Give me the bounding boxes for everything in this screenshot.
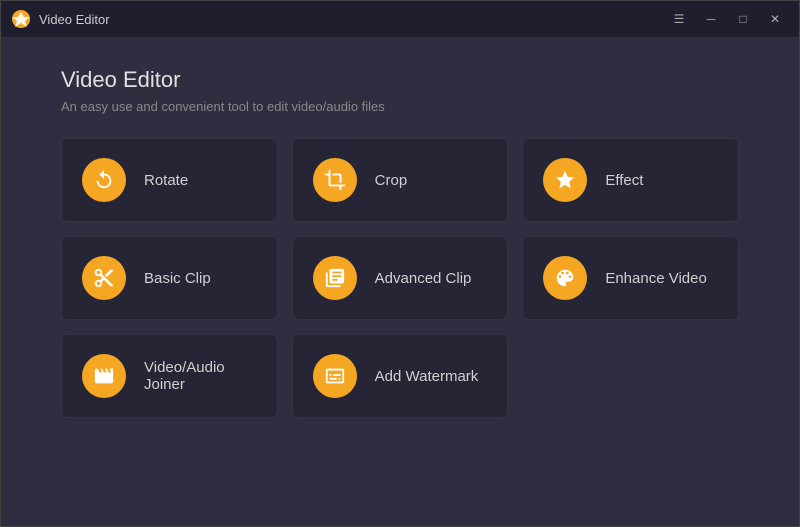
page-subtitle: An easy use and convenient tool to edit … — [61, 99, 739, 114]
effect-card[interactable]: Effect — [522, 138, 739, 222]
menu-button[interactable]: ☰ — [665, 9, 693, 29]
enhance-video-card[interactable]: Enhance Video — [522, 236, 739, 320]
app-logo — [11, 9, 31, 29]
video-audio-joiner-card[interactable]: Video/Audio Joiner — [61, 334, 278, 418]
page-header: Video Editor An easy use and convenient … — [61, 67, 739, 114]
scissors-icon — [82, 256, 126, 300]
crop-icon — [313, 158, 357, 202]
window-title: Video Editor — [39, 12, 665, 27]
effect-label: Effect — [605, 172, 643, 189]
basic-clip-label: Basic Clip — [144, 270, 211, 287]
page-title: Video Editor — [61, 67, 739, 93]
palette-icon — [543, 256, 587, 300]
rotate-label: Rotate — [144, 172, 188, 189]
video-audio-joiner-label: Video/Audio Joiner — [144, 359, 225, 393]
main-content: Video Editor An easy use and convenient … — [1, 37, 799, 526]
film-icon — [82, 354, 126, 398]
minimize-button[interactable]: ─ — [697, 9, 725, 29]
basic-clip-card[interactable]: Basic Clip — [61, 236, 278, 320]
add-watermark-card[interactable]: Add Watermark — [292, 334, 509, 418]
rotate-card[interactable]: Rotate — [61, 138, 278, 222]
titlebar: Video Editor ☰ ─ □ ✕ — [1, 1, 799, 37]
rotate-icon — [82, 158, 126, 202]
maximize-button[interactable]: □ — [729, 9, 757, 29]
feature-grid: Rotate Crop Effect — [61, 138, 739, 418]
add-watermark-label: Add Watermark — [375, 368, 479, 385]
enhance-video-label: Enhance Video — [605, 270, 706, 287]
app-window: Video Editor ☰ ─ □ ✕ Video Editor An eas… — [0, 0, 800, 527]
advanced-clip-icon — [313, 256, 357, 300]
effect-icon — [543, 158, 587, 202]
crop-label: Crop — [375, 172, 408, 189]
window-controls: ☰ ─ □ ✕ — [665, 9, 789, 29]
crop-card[interactable]: Crop — [292, 138, 509, 222]
watermark-icon — [313, 354, 357, 398]
close-button[interactable]: ✕ — [761, 9, 789, 29]
advanced-clip-label: Advanced Clip — [375, 270, 472, 287]
advanced-clip-card[interactable]: Advanced Clip — [292, 236, 509, 320]
